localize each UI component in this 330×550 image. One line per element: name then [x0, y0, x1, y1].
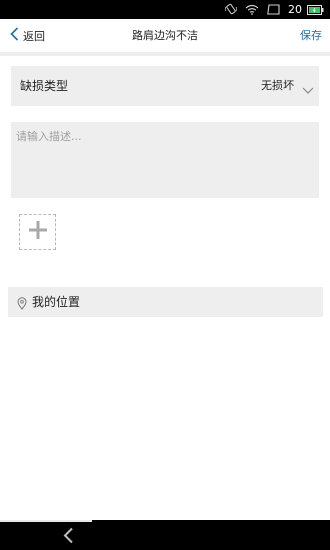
- vibrate-icon: [224, 0, 238, 19]
- save-button[interactable]: 保存: [300, 19, 322, 52]
- damage-type-label: 缺损类型: [20, 79, 69, 93]
- add-photo-button[interactable]: [19, 214, 56, 250]
- nav-divider: [0, 52, 330, 56]
- battery-icon: [307, 0, 324, 19]
- chevron-down-icon: [302, 80, 314, 99]
- chevron-left-icon: [10, 26, 19, 45]
- page-title: 路肩边沟不洁: [132, 29, 198, 42]
- system-nav-bar: [0, 520, 330, 550]
- my-location-label: 我的位置: [32, 295, 81, 309]
- my-location-row[interactable]: 我的位置: [8, 287, 323, 317]
- plus-icon: [28, 220, 48, 244]
- status-icons: 20: [224, 0, 324, 19]
- wifi-icon: [245, 0, 259, 19]
- recents-icon: [267, 0, 280, 19]
- nav-bar: 返回 路肩边沟不洁 保存: [0, 19, 330, 52]
- description-input[interactable]: [11, 122, 319, 198]
- damage-type-value: 无损坏: [261, 79, 294, 92]
- system-back-icon[interactable]: [62, 527, 74, 548]
- back-button[interactable]: 返回: [10, 19, 45, 52]
- location-pin-icon: [17, 295, 27, 314]
- nav-bar-highlight: [0, 520, 92, 522]
- status-time: 20: [288, 3, 302, 16]
- damage-type-select[interactable]: 缺损类型 无损坏: [11, 66, 319, 106]
- back-label: 返回: [23, 29, 45, 43]
- status-bar: 20: [0, 0, 330, 19]
